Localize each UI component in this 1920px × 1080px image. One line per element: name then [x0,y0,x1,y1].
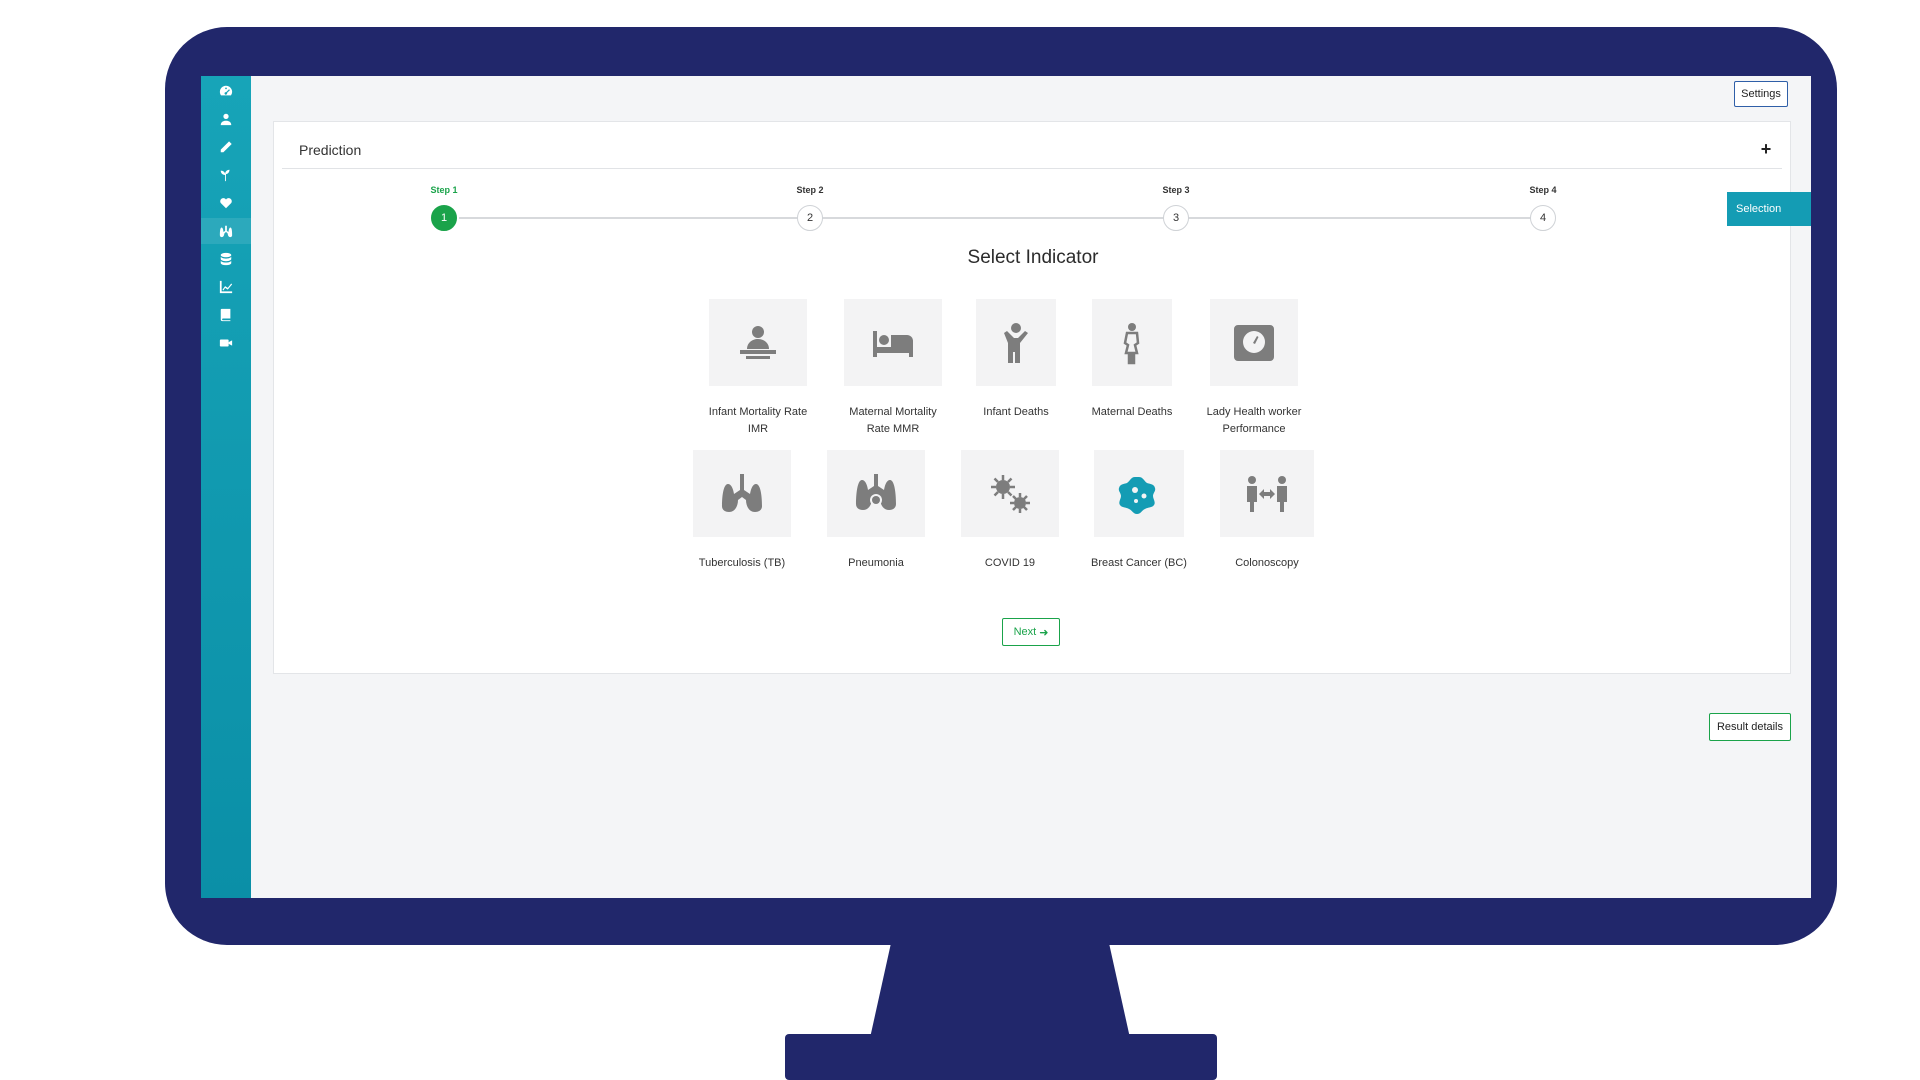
indicator-label: COVID 19 [984,557,1036,569]
indicator-tile-covid19[interactable]: COVID 19 [940,450,1080,572]
sidebar-item-analytics[interactable] [201,274,251,300]
step-2-label: Step 2 [796,185,824,195]
indicator-label: Tuberculosis (TB) [698,557,786,569]
card-divider [282,168,1782,169]
indicator-icon-box [1220,450,1314,537]
pencil-icon [220,141,232,153]
settings-button[interactable]: Settings [1734,81,1788,107]
indicator-label: Lady Health worker Performance [1206,406,1302,435]
step-3-circle[interactable]: 3 [1163,205,1189,231]
indicator-icon-box [976,299,1056,386]
selection-tab[interactable]: Selection [1727,192,1811,226]
child-icon [1004,322,1028,363]
infant-care-icon [740,325,776,359]
plant-icon [220,169,230,182]
sidebar [201,76,251,898]
database-icon [220,252,232,266]
indicator-tile-mmr[interactable]: Maternal Mortality Rate MMR [823,299,963,438]
indicator-tile-maternal-deaths[interactable]: Maternal Deaths [1062,299,1202,421]
indicator-icon-box [961,450,1059,537]
indicator-label: Maternal Mortality Rate MMR [849,406,937,435]
step-1-label: Step 1 [430,185,458,195]
bed-icon [873,330,913,357]
plus-icon[interactable]: + [1757,140,1775,158]
indicator-icon-box [1094,450,1184,537]
indicator-tile-pneumonia[interactable]: Pneumonia [806,450,946,572]
indicator-label: Infant Mortality Rate IMR [708,406,808,435]
heart-icon [220,198,232,209]
card-title: Prediction [299,142,362,158]
indicator-tile-breast-cancer[interactable]: Breast Cancer (BC) [1069,450,1209,572]
indicator-tile-colonoscopy[interactable]: Colonoscopy [1197,450,1337,572]
indicator-tile-lhw-performance[interactable]: Lady Health worker Performance [1184,299,1324,438]
prediction-card: Prediction + Step 1 1 Step 2 2 Step 3 3 … [273,121,1791,674]
video-icon [219,339,233,347]
step-4-circle[interactable]: 4 [1530,205,1556,231]
indicator-icon-box [844,299,942,386]
stepper-line [459,217,1544,219]
lungs-virus-icon [856,473,896,510]
people-arrows-icon [1247,475,1287,512]
indicator-tile-tb[interactable]: Tuberculosis (TB) [672,450,812,572]
indicator-icon-box [827,450,925,537]
sidebar-item-reports[interactable] [201,302,251,328]
indicator-icon-box [693,450,791,537]
next-label: Next [1013,626,1037,638]
result-details-button[interactable]: Result details [1709,713,1791,741]
section-title: Select Indicator [967,247,1099,268]
dashboard-icon [219,85,233,96]
monitor-stand-base [785,1034,1217,1080]
sidebar-item-edit[interactable] [201,134,251,160]
step-4-label: Step 4 [1529,185,1557,195]
indicator-tile-imr[interactable]: Infant Mortality Rate IMR [688,299,828,438]
sidebar-item-database[interactable] [201,246,251,272]
cell-icon [1118,476,1156,514]
indicator-label: Breast Cancer (BC) [1091,557,1187,569]
woman-icon [1123,322,1140,364]
virus-icon [991,474,1030,513]
sidebar-item-growth[interactable] [201,162,251,188]
indicator-icon-box [709,299,807,386]
indicator-label: Colonoscopy [1235,557,1299,569]
lungs-icon [722,473,762,512]
arrow-right-icon: ➜ [1039,626,1049,639]
indicator-icon-box [1092,299,1172,386]
step-3-label: Step 3 [1162,185,1190,195]
indicator-icon-box [1210,299,1298,386]
lungs-icon [219,225,233,238]
user-icon [220,113,232,126]
next-button[interactable]: Next ➜ [1002,618,1060,646]
step-2-circle[interactable]: 2 [797,205,823,231]
sidebar-item-prediction[interactable] [201,218,251,244]
sidebar-item-video[interactable] [201,330,251,356]
weight-scale-icon [1234,324,1274,361]
indicator-label: Maternal Deaths [1091,406,1173,418]
monitor-stand-neck [870,944,1130,1038]
book-icon [220,308,231,322]
sidebar-item-health[interactable] [201,190,251,216]
indicator-label: Pneumonia [848,557,904,569]
sidebar-item-dashboard[interactable] [201,78,251,104]
sidebar-item-users[interactable] [201,106,251,132]
chart-icon [219,280,233,294]
app-screen: Settings Prediction + Step 1 1 Step 2 2 … [201,76,1811,898]
step-1-circle[interactable]: 1 [431,205,457,231]
